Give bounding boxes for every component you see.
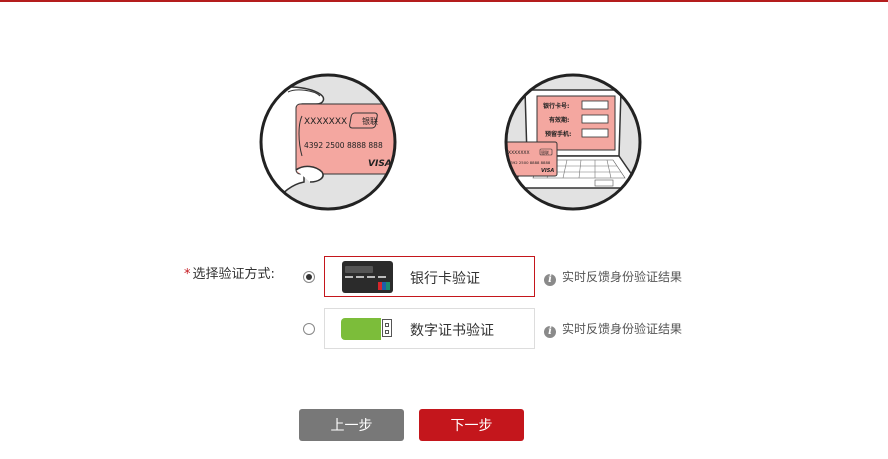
prev-step-button[interactable]: 上一步 xyxy=(299,409,404,441)
form-field-2: 有效期: xyxy=(549,116,569,124)
card-number-text: 4392 2500 8888 888 xyxy=(304,141,383,150)
bank-card-icon xyxy=(342,261,393,293)
option-bank-card-label: 银行卡验证 xyxy=(410,271,480,287)
info-digital-cert-text: 实时反馈身份验证结果 xyxy=(562,322,683,336)
usb-key-icon xyxy=(341,318,394,340)
info-digital-cert: i 实时反馈身份验证结果 xyxy=(544,320,682,338)
card-name-text: XXXXXXX xyxy=(304,117,347,127)
verify-method-label-text: 选择验证方式: xyxy=(192,267,275,282)
info-bank-card-text: 实时反馈身份验证结果 xyxy=(562,270,683,284)
card-network-text: VISA xyxy=(368,159,392,169)
radio-bank-card[interactable] xyxy=(303,271,315,283)
option-digital-cert-label: 数字证书验证 xyxy=(410,323,494,339)
info-icon: i xyxy=(544,326,556,338)
mini-card-name: XXXXXXX xyxy=(508,150,530,156)
mini-card-number: 4392 2500 8888 8888 xyxy=(508,160,551,165)
card-brand-text: 银联 xyxy=(362,116,378,126)
form-field-3: 预留手机: xyxy=(545,130,571,138)
radio-digital-cert[interactable] xyxy=(303,323,315,335)
required-mark: * xyxy=(184,267,191,282)
info-icon: i xyxy=(544,274,556,286)
option-bank-card[interactable]: 银行卡验证 xyxy=(324,256,535,297)
mini-card-brand: 银联 xyxy=(541,149,549,155)
mini-card-network: VISA xyxy=(541,168,554,174)
bank-card-illustration: XXXXXXX 银联 4392 2500 8888 888 VISA xyxy=(259,73,397,211)
info-bank-card: i 实时反馈身份验证结果 xyxy=(544,268,682,286)
top-rule xyxy=(0,0,888,2)
verify-method-label: * 选择验证方式: xyxy=(184,263,275,282)
next-step-button[interactable]: 下一步 xyxy=(419,409,524,441)
option-digital-cert[interactable]: 数字证书验证 xyxy=(324,308,535,349)
online-form-illustration: 银行卡号: 有效期: 预留手机: XXXXXXX 银联 4392 2500 88… xyxy=(504,73,642,211)
form-field-1: 银行卡号: xyxy=(543,102,569,110)
